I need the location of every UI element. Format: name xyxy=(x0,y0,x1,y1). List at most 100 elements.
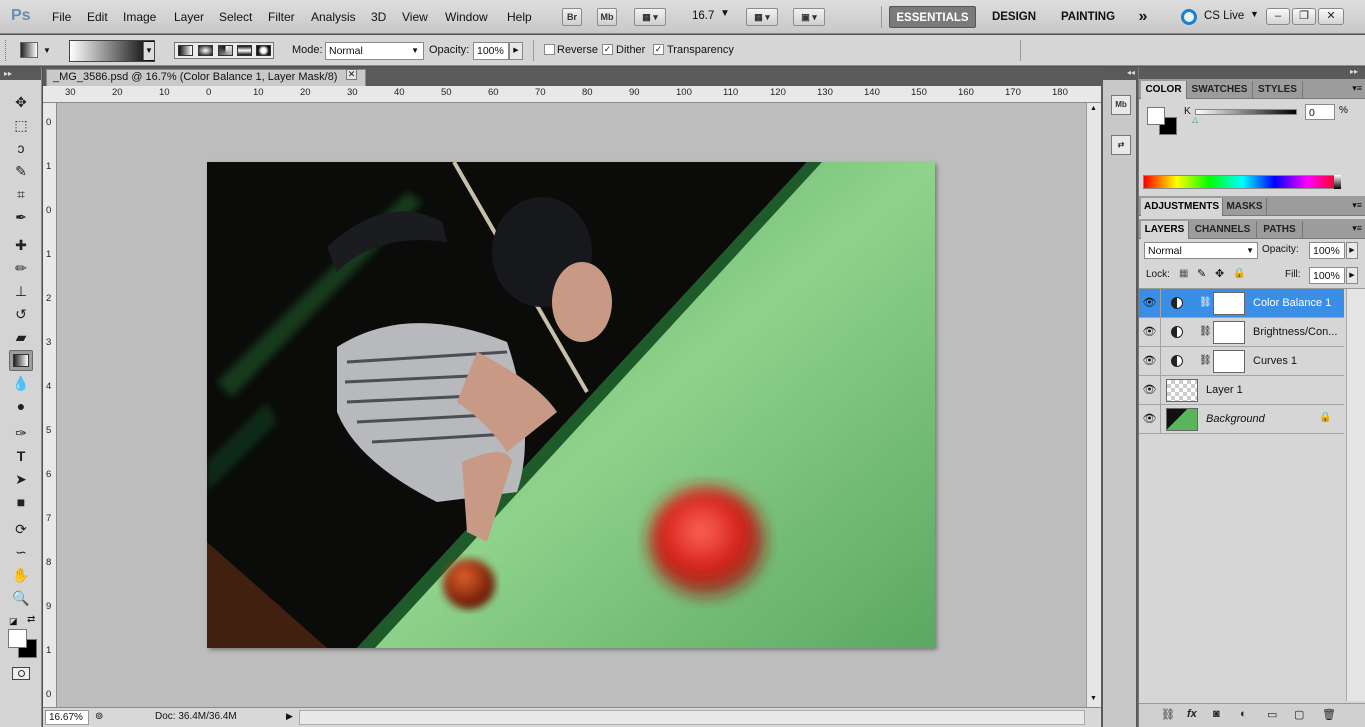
layer-opacity-slider-button[interactable]: ▶ xyxy=(1346,242,1358,259)
lock-position-icon[interactable]: ✥ xyxy=(1215,267,1224,280)
tab-masks[interactable]: MASKS xyxy=(1223,198,1267,216)
new-layer-icon[interactable]: ▢ xyxy=(1294,708,1304,721)
layer-row-background[interactable]: 👁 Background 🔒 xyxy=(1139,405,1344,434)
quick-mask-icon[interactable] xyxy=(12,667,30,680)
eraser-tool-icon[interactable]: ▰ xyxy=(9,327,33,348)
cs-live-icon[interactable] xyxy=(1181,9,1197,25)
dither-checkbox[interactable]: ✓ xyxy=(602,44,613,55)
k-slider[interactable] xyxy=(1195,109,1297,115)
quick-selection-tool-icon[interactable]: ✎ xyxy=(9,161,33,182)
eyedropper-tool-icon[interactable]: ✒ xyxy=(9,207,33,228)
layer-row-color-balance[interactable]: 👁 ⛓ Color Balance 1 xyxy=(1139,289,1344,318)
default-colors-icon[interactable]: ◪ xyxy=(9,616,18,627)
visibility-eye-icon[interactable]: 👁 xyxy=(1139,347,1161,375)
layer-row-brightness-contrast[interactable]: 👁 ⛓ Brightness/Con... xyxy=(1139,318,1344,347)
close-document-icon[interactable]: ✕ xyxy=(346,69,357,80)
tab-channels[interactable]: CHANNELS xyxy=(1189,221,1257,239)
mode-select[interactable]: Normal ▼ xyxy=(325,42,424,60)
menu-file[interactable]: File xyxy=(52,10,71,24)
new-adjustment-layer-icon[interactable]: ◐ xyxy=(1240,708,1247,720)
color-spectrum-bar[interactable] xyxy=(1143,175,1341,189)
marquee-tool-icon[interactable]: ⬚ xyxy=(9,115,33,136)
opacity-input[interactable]: 100% xyxy=(473,42,509,60)
menu-help[interactable]: Help xyxy=(507,10,532,24)
layer-row-curves[interactable]: 👁 ⛓ Curves 1 xyxy=(1139,347,1344,376)
layer-row-layer-1[interactable]: 👁 Layer 1 xyxy=(1139,376,1344,405)
add-mask-icon[interactable]: ◙ xyxy=(1213,708,1220,720)
link-chain-icon[interactable]: ⛓ xyxy=(1199,326,1212,337)
zoom-field[interactable]: 16.67% xyxy=(45,710,89,725)
cs-live-dropdown-icon[interactable]: ▼ xyxy=(1250,9,1259,19)
layers-scrollbar[interactable] xyxy=(1346,289,1365,701)
blur-tool-icon[interactable]: 💧 xyxy=(9,373,33,394)
clone-stamp-tool-icon[interactable]: ⊥ xyxy=(9,281,33,302)
delete-layer-icon[interactable]: 🗑 xyxy=(1322,708,1336,721)
link-chain-icon[interactable]: ⛓ xyxy=(1199,297,1212,308)
history-brush-tool-icon[interactable]: ↺ xyxy=(9,304,33,325)
pen-tool-icon[interactable]: ✑ xyxy=(9,423,33,444)
more-workspaces-button[interactable]: » xyxy=(1131,6,1155,28)
angle-gradient-icon[interactable] xyxy=(218,45,233,56)
history-panel-icon[interactable]: ⇄ xyxy=(1111,135,1131,155)
minimize-button[interactable]: – xyxy=(1266,8,1290,25)
brush-tool-icon[interactable]: ✏ xyxy=(9,258,33,279)
scroll-up-icon[interactable]: ▲ xyxy=(1090,105,1097,112)
gradient-tool-icon[interactable] xyxy=(9,350,33,371)
tab-styles[interactable]: STYLES xyxy=(1253,81,1303,99)
tab-swatches[interactable]: SWATCHES xyxy=(1187,81,1253,99)
k-value-input[interactable]: 0 xyxy=(1305,104,1335,120)
document-tab[interactable]: _MG_3586.psd @ 16.7% (Color Balance 1, L… xyxy=(46,69,366,86)
status-icon[interactable]: ⊚ xyxy=(95,711,103,722)
close-window-button[interactable]: ✕ xyxy=(1318,8,1344,25)
layers-menu-icon[interactable]: ▾≡ xyxy=(1352,223,1362,234)
3d-orbit-tool-icon[interactable]: ∽ xyxy=(9,542,33,563)
type-tool-icon[interactable]: T xyxy=(9,446,33,467)
shape-tool-icon[interactable]: ■ xyxy=(9,492,33,513)
tab-adjustments[interactable]: ADJUSTMENTS xyxy=(1141,198,1223,216)
3d-rotate-tool-icon[interactable]: ⟳ xyxy=(9,519,33,540)
menu-layer[interactable]: Layer xyxy=(174,10,204,24)
zoom-level-value[interactable]: 16.7 xyxy=(692,10,714,22)
bridge-button[interactable]: Br xyxy=(562,8,582,26)
layer-name[interactable]: Brightness/Con... xyxy=(1253,326,1337,338)
gradient-tool-preset-icon[interactable] xyxy=(20,42,38,58)
healing-brush-tool-icon[interactable]: ✚ xyxy=(9,235,33,256)
collapse-dock-icon[interactable]: ▸▸ xyxy=(1350,67,1358,76)
visibility-eye-icon[interactable]: 👁 xyxy=(1139,376,1161,404)
menu-3d[interactable]: 3D xyxy=(371,10,386,24)
screen-mode-button[interactable]: ▣ ▾ xyxy=(793,8,825,26)
workspace-design[interactable]: DESIGN xyxy=(984,6,1044,28)
tab-layers[interactable]: LAYERS xyxy=(1141,221,1189,239)
layer-style-icon[interactable]: fx xyxy=(1187,708,1197,720)
vertical-scrollbar[interactable]: ▲ ▼ xyxy=(1086,103,1101,707)
lock-image-icon[interactable]: ✎ xyxy=(1197,267,1206,280)
arrange-documents-button[interactable]: ▦ ▾ xyxy=(746,8,778,26)
cs-live-label[interactable]: CS Live xyxy=(1204,10,1244,22)
workspace-essentials[interactable]: ESSENTIALS xyxy=(889,6,976,28)
minibridge-panel-icon[interactable]: Mb xyxy=(1111,95,1131,115)
radial-gradient-icon[interactable] xyxy=(198,45,213,56)
visibility-eye-icon[interactable]: 👁 xyxy=(1139,405,1161,433)
scroll-down-icon[interactable]: ▼ xyxy=(1090,695,1097,702)
visibility-eye-icon[interactable]: 👁 xyxy=(1139,289,1161,317)
tools-panel-header[interactable]: ▸▸ xyxy=(0,67,41,80)
lasso-tool-icon[interactable]: ↄ xyxy=(9,138,33,159)
color-foreground-swatch[interactable] xyxy=(1147,107,1165,125)
layer-mask-thumbnail[interactable] xyxy=(1213,292,1245,315)
layer-mask-thumbnail[interactable] xyxy=(1213,321,1245,344)
layer-mask-thumbnail[interactable] xyxy=(1213,350,1245,373)
crop-tool-icon[interactable]: ⌗ xyxy=(9,184,33,205)
zoom-tool-icon[interactable]: 🔍 xyxy=(9,588,33,609)
menu-filter[interactable]: Filter xyxy=(268,10,295,24)
fill-slider-button[interactable]: ▶ xyxy=(1346,267,1358,284)
tab-color[interactable]: COLOR xyxy=(1141,81,1187,99)
transparency-checkbox[interactable]: ✓ xyxy=(653,44,664,55)
zoom-dropdown-icon[interactable]: ▼ xyxy=(720,8,730,19)
menu-view[interactable]: View xyxy=(402,10,428,24)
gradient-dropdown-icon[interactable]: ▼ xyxy=(143,42,154,60)
layer-name[interactable]: Layer 1 xyxy=(1206,384,1243,396)
link-layers-icon[interactable]: ⛓ xyxy=(1161,708,1175,721)
tool-preset-dropdown-icon[interactable]: ▼ xyxy=(43,46,51,55)
menu-select[interactable]: Select xyxy=(219,10,252,24)
layer-name[interactable]: Color Balance 1 xyxy=(1253,297,1331,309)
